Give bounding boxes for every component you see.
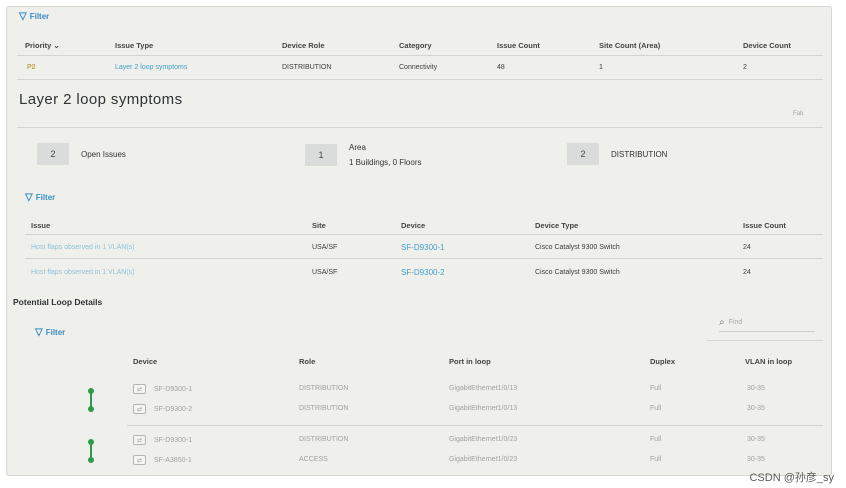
title-divider [17,127,823,128]
loop-duplex-1: Full [650,385,662,392]
col-issue-type[interactable]: Issue Type [115,41,153,50]
header-divider [17,55,823,56]
loop-port-1: GigabitEthernet1/0/13 [449,385,518,392]
loop-vlan-1: 30-35 [747,385,765,392]
col-category[interactable]: Category [399,41,432,50]
loop-device-1[interactable]: ⇄ SF-D9300-1 [133,384,192,394]
loop-duplex-2: Full [650,405,662,412]
loop-col-vlan[interactable]: VLAN in loop [745,357,792,366]
issue-count-2: 24 [743,269,751,276]
filter-icon: ▽ [25,192,33,203]
search-divider [707,340,823,341]
col-issue-count[interactable]: Issue Count [497,41,540,50]
loop-port-2: GigabitEthernet1/0/13 [449,405,518,412]
col-device[interactable]: Device [401,221,425,230]
col-device-type[interactable]: Device Type [535,221,578,230]
loop-col-device[interactable]: Device [133,357,157,366]
loop-device-3[interactable]: ⇄ SF-D9300-1 [133,435,192,445]
loop-details-title: Potential Loop Details [13,297,103,307]
loop-col-role[interactable]: Role [299,357,315,366]
switch-icon: ⇄ [133,384,146,394]
col-device-role[interactable]: Device Role [282,41,325,50]
loop-role-3: DISTRIBUTION [299,436,349,443]
summary-distribution: 2 DISTRIBUTION [567,143,667,165]
device-role-value: DISTRIBUTION [282,64,332,71]
loop-device-4[interactable]: ⇄ SF-A3850-1 [133,455,192,465]
area-buildings: 1 Buildings, 0 Floors [349,158,422,167]
loop-node-icon [88,406,94,412]
distribution-count: 2 [567,143,599,165]
page-title: Layer 2 loop symptoms [19,91,183,108]
issues-filter-button[interactable]: ▽ Filter [25,192,55,203]
col-site-count[interactable]: Site Count (Area) [599,41,660,50]
issue-count-1: 24 [743,244,751,251]
row-divider [17,79,823,80]
issue-type-link[interactable]: Layer 2 loop symptoms [115,64,187,71]
loop-vlan-3: 30-35 [747,436,765,443]
area-text: Area 1 Buildings, 0 Floors [349,143,421,167]
switch-icon: ⇄ [133,435,146,445]
issue-site-2: USA/SF [312,269,338,276]
site-count-value: 1 [599,64,603,71]
search-placeholder: Find [728,319,743,326]
category-value: Connectivity [399,64,438,71]
loop-node-icon [88,457,94,463]
loop-role-1: DISTRIBUTION [299,385,349,392]
issue-row-divider [25,258,823,259]
loop-group-divider [127,425,823,426]
loop-port-4: GigabitEthernet1/0/23 [449,456,518,463]
loop-filter-label: Filter [45,328,66,337]
col-site[interactable]: Site [312,221,326,230]
issue-site-1: USA/SF [312,244,338,251]
col-issue-count-2[interactable]: Issue Count [743,221,786,230]
loop-col-duplex[interactable]: Duplex [650,357,675,366]
issue-count-value: 48 [497,64,505,71]
distribution-label: DISTRIBUTION [611,149,668,159]
summary-area: 1 Area 1 Buildings, 0 Floors [305,143,421,167]
area-label: Area [349,143,366,152]
top-filter-button[interactable]: ▽ Filter [19,11,49,22]
open-issues-label: Open Issues [81,149,126,159]
loop-filter-button[interactable]: ▽ Filter [35,327,65,338]
priority-badge: P2 [27,64,36,71]
top-filter-label: Filter [29,12,50,21]
loop-vlan-2: 30-35 [747,405,765,412]
loop-duplex-3: Full [650,436,662,443]
loop-role-4: ACCESS [299,456,328,463]
device-count-value: 2 [743,64,747,71]
issue-link-1[interactable]: Host flaps observed in 1 VLAN(s) [31,244,135,251]
loop-duplex-4: Full [650,456,662,463]
issue-link-2[interactable]: Host flaps observed in 1 VLAN(s) [31,269,135,276]
issue-device-link-1[interactable]: SF-D9300-1 [401,243,445,252]
filter-icon: ▽ [19,11,27,22]
issue-device-type-1: Cisco Catalyst 9300 Switch [535,244,620,251]
loop-device-2[interactable]: ⇄ SF-D9300-2 [133,404,192,414]
summary-open-issues: 2 Open Issues [37,143,126,165]
loop-role-2: DISTRIBUTION [299,405,349,412]
corner-label: Fab [793,111,804,117]
loop-col-port[interactable]: Port in loop [449,357,491,366]
col-issue[interactable]: Issue [31,221,50,230]
watermark: CSDN @孙彦_sy [749,472,834,484]
switch-icon: ⇄ [133,404,146,414]
col-device-count[interactable]: Device Count [743,41,791,50]
sort-chevron-icon: ⌄ [53,41,60,50]
loop-port-3: GigabitEthernet1/0/23 [449,436,518,443]
col-priority[interactable]: Priority ⌄ [25,41,60,50]
filter-icon: ▽ [35,327,43,338]
loop-vlan-4: 30-35 [747,456,765,463]
open-issues-count: 2 [37,143,69,165]
loop-search[interactable]: ⌕ Find [719,317,815,332]
issue-device-link-2[interactable]: SF-D9300-2 [401,268,445,277]
switch-icon: ⇄ [133,455,146,465]
issue-device-type-2: Cisco Catalyst 9300 Switch [535,269,620,276]
issues-filter-label: Filter [35,193,56,202]
search-icon: ⌕ [719,317,725,328]
issue-list-divider [25,234,823,235]
area-count: 1 [305,144,337,166]
app-window: ▽ Filter Priority ⌄ Issue Type Device Ro… [6,6,832,476]
